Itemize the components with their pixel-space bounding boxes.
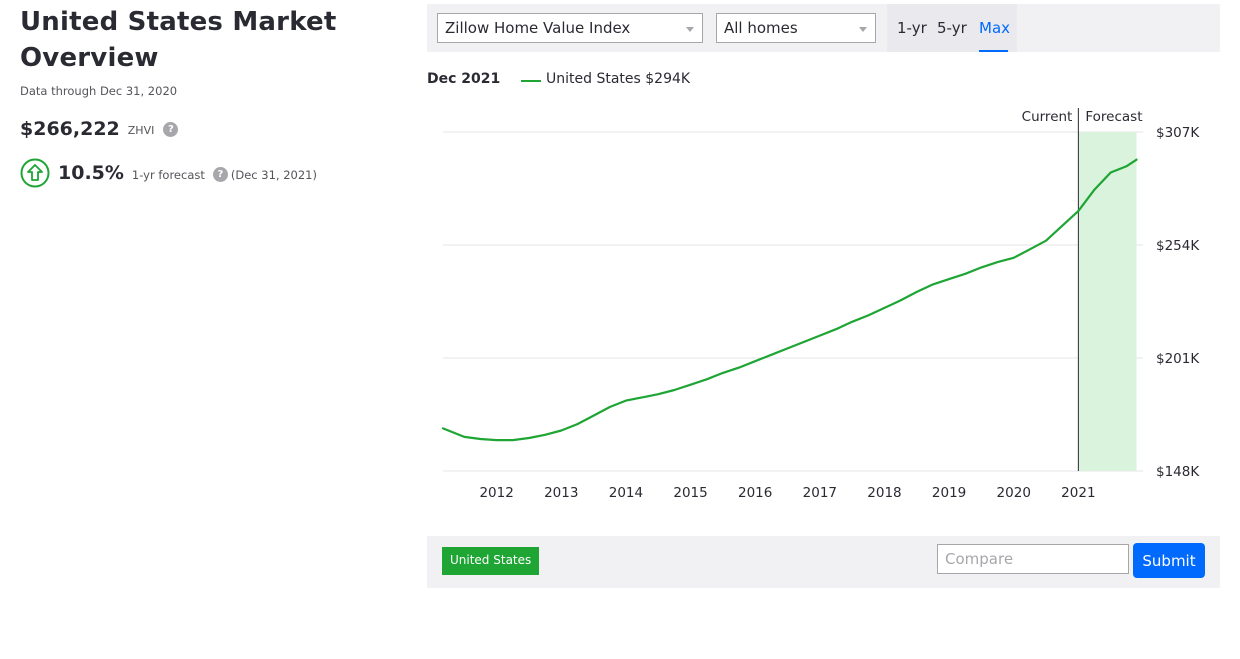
data-point <box>899 299 902 302</box>
data-point <box>722 372 724 374</box>
submit-button[interactable]: Submit <box>1133 543 1205 578</box>
compare-input[interactable] <box>937 544 1129 574</box>
data-point <box>625 399 627 402</box>
data-point <box>705 378 708 381</box>
data-point <box>851 320 853 323</box>
data-point <box>560 429 563 432</box>
data-point <box>1109 171 1112 174</box>
data-point <box>1012 256 1015 259</box>
data-point <box>1135 158 1138 161</box>
x-tick-label: 2012 <box>479 485 513 501</box>
series-points <box>442 158 1138 441</box>
x-tick-label: 2015 <box>673 485 707 501</box>
data-point <box>1093 188 1096 191</box>
data-point <box>802 341 805 343</box>
x-tick-label: 2019 <box>932 485 966 501</box>
region-chip-united-states[interactable]: United States <box>442 547 540 575</box>
data-point <box>786 347 789 350</box>
data-point <box>512 439 514 441</box>
data-point <box>479 438 482 440</box>
data-point <box>980 266 983 269</box>
data-point <box>819 334 821 337</box>
data-point <box>1126 165 1128 167</box>
data-point <box>1061 225 1064 227</box>
data-point <box>915 291 918 293</box>
y-tick-label: $148K <box>1156 464 1200 480</box>
series-line-united-states <box>441 158 1138 442</box>
x-tick-label: 2016 <box>738 485 772 501</box>
data-point <box>657 393 660 396</box>
data-point <box>996 261 999 263</box>
data-point <box>932 283 934 286</box>
data-point <box>495 439 498 441</box>
data-point <box>835 328 837 331</box>
x-tick-label: 2017 <box>803 485 837 501</box>
data-point <box>867 314 870 317</box>
data-point <box>964 272 967 275</box>
x-tick-label: 2018 <box>867 485 901 501</box>
x-axis-ticks: 2012 2013 2014 2015 2016 2017 2018 2019 2020 2021 <box>479 485 1095 501</box>
y-tick-label: $307K <box>1156 125 1200 141</box>
data-point <box>883 307 886 309</box>
forecast-label-text: Forecast <box>1085 109 1142 125</box>
data-point <box>1077 210 1080 212</box>
data-point <box>738 366 740 369</box>
data-point <box>608 406 611 408</box>
data-point <box>463 436 466 438</box>
forecast-band <box>1078 132 1137 471</box>
data-point <box>754 360 756 362</box>
y-axis-ticks: $148K $201K $254K $307K <box>1156 125 1200 480</box>
home-value-chart[interactable]: Current Forecast $148K $201K $254K $307K 20… <box>0 0 1240 530</box>
x-tick-label: 2020 <box>997 485 1031 501</box>
data-point <box>673 389 676 391</box>
x-tick-label: 2014 <box>609 485 643 501</box>
data-point <box>689 383 692 386</box>
compare-bar: United States Submit <box>427 536 1220 588</box>
data-point <box>770 354 773 356</box>
x-tick-label: 2013 <box>544 485 578 501</box>
current-label: Current <box>1022 109 1073 125</box>
data-point <box>544 433 546 436</box>
data-point <box>442 427 444 430</box>
data-point <box>528 437 530 439</box>
data-point <box>948 278 950 280</box>
y-tick-label: $254K <box>1156 238 1200 254</box>
x-tick-label: 2021 <box>1061 485 1095 501</box>
data-point <box>641 396 643 399</box>
y-tick-label: $201K <box>1156 351 1200 367</box>
data-point <box>1045 239 1047 242</box>
data-point <box>592 414 595 417</box>
chart-grid <box>443 131 1143 472</box>
data-point <box>576 423 579 425</box>
data-point <box>1029 248 1031 251</box>
